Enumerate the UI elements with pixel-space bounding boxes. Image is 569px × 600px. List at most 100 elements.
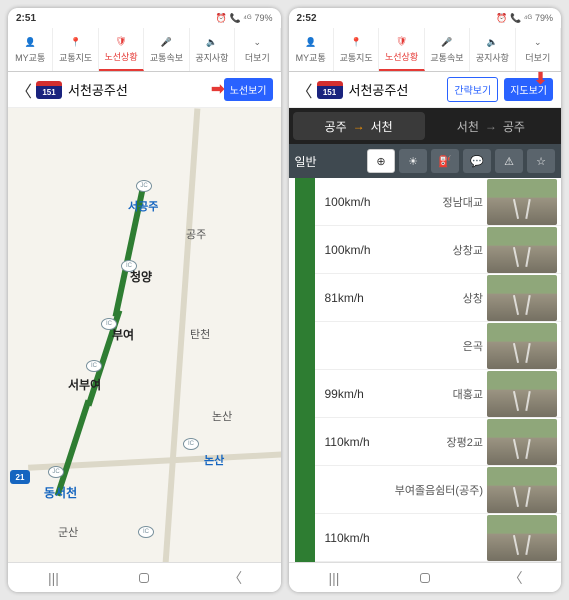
clock: 2:52 — [297, 13, 317, 24]
map-label: 탄천 — [190, 326, 210, 342]
top-tabs: 👤MY교통 📍교통지도 🛡노선상황 🎤교통속보 🔈공지사항 ⌄더보기 — [289, 28, 562, 72]
route-header: 〈 151 서천공주선 간략보기 지도보기 ➡ — [289, 72, 562, 108]
direction-tab-b[interactable]: 서천 → 공주 — [425, 112, 557, 140]
target-icon[interactable]: ⊕ — [367, 149, 395, 173]
back-button[interactable]: 〈 — [297, 78, 311, 102]
location-name: 은곡 — [379, 338, 488, 354]
route-row[interactable]: 100km/h정남대교 — [315, 178, 562, 226]
route-row[interactable]: 110km/h — [315, 514, 562, 562]
location-name: 상창교 — [379, 242, 488, 258]
ic-node: IC — [86, 360, 102, 372]
home-button[interactable] — [129, 573, 159, 583]
tab-more[interactable]: ⌄더보기 — [516, 28, 561, 71]
cctv-thumbnail[interactable] — [487, 227, 557, 273]
route-row[interactable]: 99km/h대홍교 — [315, 370, 562, 418]
ic-node: IC — [183, 438, 199, 450]
pin-icon: 📍 — [67, 36, 85, 50]
location-name: 부여졸음쉼터(공주) — [379, 482, 488, 498]
map-city: 청양 — [130, 268, 152, 285]
route-row[interactable]: 110km/h장평2교 — [315, 418, 562, 466]
map-city: 부여 — [112, 326, 134, 343]
map[interactable]: JC IC IC IC JC IC IC 서공주 공주 청양 부여 탄천 서부여… — [8, 108, 281, 562]
route-name: 서천공주선 — [349, 80, 442, 99]
speed-value: 99km/h — [315, 387, 379, 401]
cctv-thumbnail[interactable] — [487, 323, 557, 369]
cctv-thumbnail[interactable] — [487, 179, 557, 225]
arrow-icon: → — [353, 119, 365, 133]
speaker-icon: 🔈 — [483, 36, 501, 50]
cctv-thumbnail[interactable] — [487, 419, 557, 465]
map-label: 서공주 — [128, 198, 158, 214]
back-button[interactable]: 〈 — [220, 568, 250, 588]
chat-icon[interactable]: 💬 — [463, 149, 491, 173]
status-bar: 2:52 ⏰ 📞 ⁴ᴳ 79% — [289, 8, 562, 28]
annotation-arrow-icon: ➡ — [211, 79, 224, 99]
tab-news[interactable]: 🎤교통속보 — [425, 28, 470, 71]
location-name: 상창 — [379, 290, 488, 306]
tab-my[interactable]: 👤MY교통 — [289, 28, 334, 71]
speed-value: 100km/h — [315, 195, 379, 209]
annotation-arrow-icon: ➡ — [530, 71, 550, 84]
tab-route[interactable]: 🛡노선상황 — [379, 28, 424, 71]
map-label: 군산 — [58, 524, 78, 540]
pin-icon: 📍 — [347, 36, 365, 50]
direction-tab-a[interactable]: 공주 → 서천 — [293, 112, 425, 140]
cctv-thumbnail[interactable] — [487, 371, 557, 417]
clock: 2:51 — [16, 13, 36, 24]
tab-map[interactable]: 📍교통지도 — [53, 28, 98, 71]
back-button[interactable]: 〈 — [16, 78, 30, 102]
phone-left: 2:51 ⏰ 📞 ⁴ᴳ 79% 👤MY교통 📍교통지도 🛡노선상황 🎤교통속보 … — [8, 8, 281, 592]
recents-button[interactable]: ||| — [38, 570, 68, 586]
location-name: 대홍교 — [379, 386, 488, 402]
route-row[interactable]: 부여졸음쉼터(공주) — [315, 466, 562, 514]
route-shield: 151 — [317, 81, 343, 99]
jc-node: JC — [48, 466, 64, 478]
route-list[interactable]: 100km/h정남대교100km/h상창교81km/h상창은곡99km/h대홍교… — [289, 178, 562, 562]
recents-button[interactable]: ||| — [319, 570, 349, 586]
cctv-thumbnail[interactable] — [487, 467, 557, 513]
brief-view-button[interactable]: 간략보기 — [447, 77, 498, 102]
map-city: 서부여 — [68, 376, 101, 393]
tab-my[interactable]: 👤MY교통 — [8, 28, 53, 71]
star-icon[interactable]: ☆ — [527, 149, 555, 173]
warning-icon[interactable]: ⚠ — [495, 149, 523, 173]
tool-bar: 일반 ⊕ ☀ ⛽ 💬 ⚠ ☆ — [289, 144, 562, 178]
speed-value: 81km/h — [315, 291, 379, 305]
cctv-thumbnail[interactable] — [487, 275, 557, 321]
map-city: 동서천 — [44, 484, 77, 501]
jc-node: JC — [136, 180, 152, 192]
android-nav: ||| 〈 — [8, 562, 281, 592]
top-tabs: 👤MY교통 📍교통지도 🛡노선상황 🎤교통속보 🔈공지사항 ⌄더보기 — [8, 28, 281, 72]
route-status-line — [295, 178, 315, 562]
home-button[interactable] — [410, 573, 440, 583]
tab-notice[interactable]: 🔈공지사항 — [470, 28, 515, 71]
route-row[interactable]: 100km/h상창교 — [315, 226, 562, 274]
tab-notice[interactable]: 🔈공지사항 — [190, 28, 235, 71]
location-name: 장평2교 — [379, 434, 488, 450]
arrow-icon: → — [485, 119, 497, 133]
route-name: 서천공주선 — [68, 80, 218, 99]
person-icon: 👤 — [21, 36, 39, 50]
route-row[interactable]: 은곡 — [315, 322, 562, 370]
route-view-button[interactable]: 노선보기 — [224, 78, 273, 101]
direction-tabs: 공주 → 서천 서천 → 공주 — [289, 108, 562, 144]
back-button[interactable]: 〈 — [501, 568, 531, 588]
map-label: 공주 — [186, 226, 206, 242]
status-icons: ⏰ 📞 ⁴ᴳ 79% — [496, 13, 553, 24]
shield-icon: 🛡 — [112, 35, 130, 49]
tool-label: 일반 — [295, 153, 317, 170]
chevron-down-icon: ⌄ — [248, 36, 266, 50]
tab-news[interactable]: 🎤교통속보 — [144, 28, 189, 71]
chevron-down-icon: ⌄ — [529, 36, 547, 50]
status-bar: 2:51 ⏰ 📞 ⁴ᴳ 79% — [8, 8, 281, 28]
sun-icon[interactable]: ☀ — [399, 149, 427, 173]
speed-value: 110km/h — [315, 435, 379, 449]
fuel-icon[interactable]: ⛽ — [431, 149, 459, 173]
tab-route[interactable]: 🛡노선상황 — [99, 28, 144, 71]
speed-value: 100km/h — [315, 243, 379, 257]
route-shield: 151 — [36, 81, 62, 99]
route-row[interactable]: 81km/h상창 — [315, 274, 562, 322]
tab-map[interactable]: 📍교통지도 — [334, 28, 379, 71]
cctv-thumbnail[interactable] — [487, 515, 557, 561]
tab-more[interactable]: ⌄더보기 — [235, 28, 280, 71]
